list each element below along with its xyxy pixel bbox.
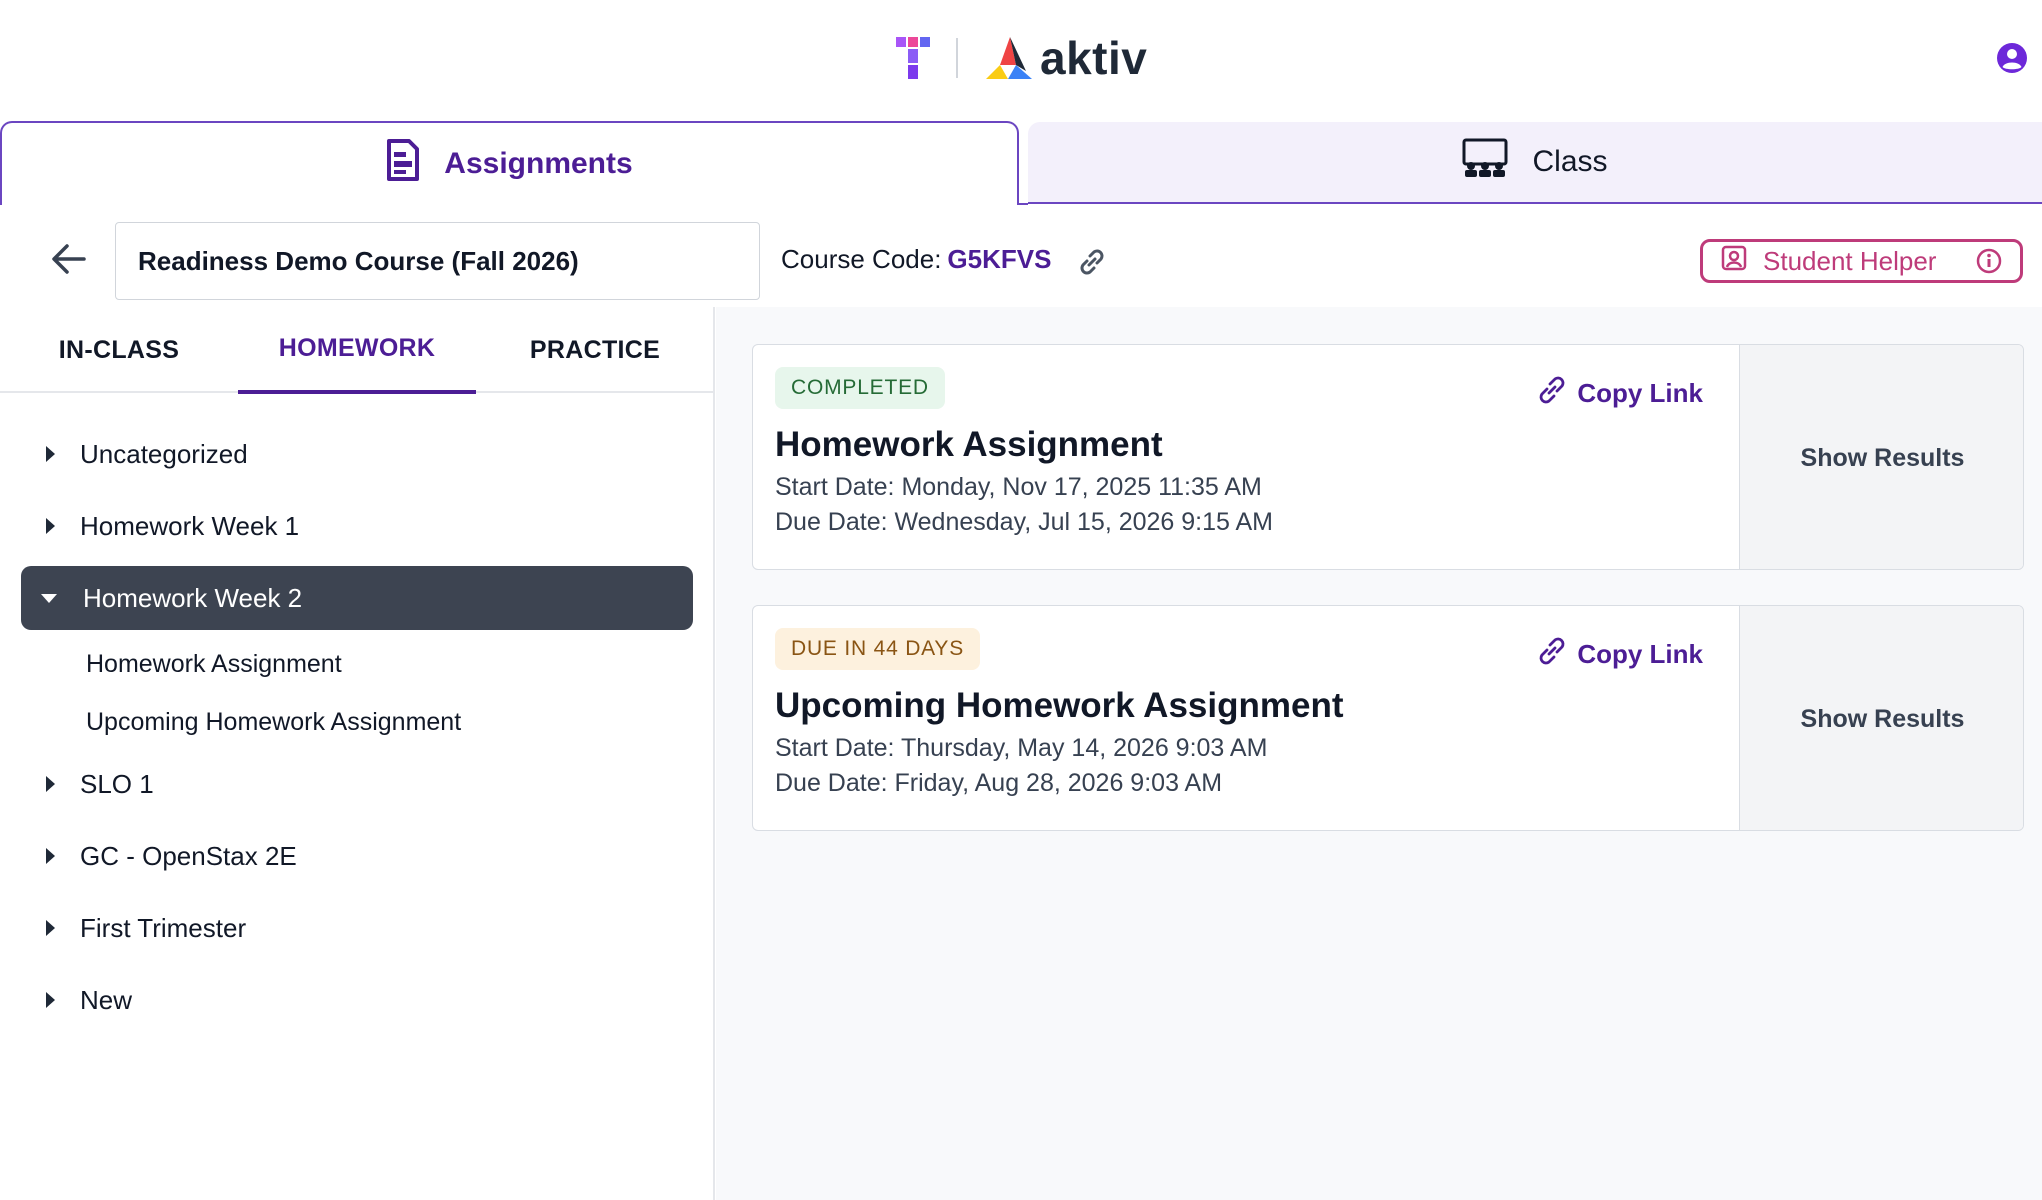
- caret-right-icon: [46, 776, 55, 792]
- link-icon: [1535, 375, 1577, 412]
- tree-item-label: New: [80, 984, 133, 1015]
- back-arrow-icon[interactable]: [50, 240, 88, 278]
- show-results-button[interactable]: Show Results: [1739, 345, 2023, 569]
- tree-item-label: Uncategorized: [80, 438, 248, 469]
- tree-item-new[interactable]: New: [21, 968, 693, 1032]
- document-icon: [386, 138, 444, 190]
- assignment-due-date: Due Date: Wednesday, Jul 15, 2026 9:15 A…: [775, 508, 1273, 536]
- top-bar: aktiv: [0, 0, 2042, 120]
- caret-right-icon: [46, 446, 55, 462]
- course-code-value: G5KFVS: [947, 244, 1052, 274]
- tree-child-upcoming-homework-assignment[interactable]: Upcoming Homework Assignment: [86, 702, 461, 742]
- app: aktiv Assignments Class Readiness Demo C…: [0, 0, 2042, 1200]
- course-selector[interactable]: Readiness Demo Course (Fall 2026): [115, 222, 760, 300]
- tree-item-label: GC - OpenStax 2E: [80, 840, 297, 871]
- tab-divider-line: [1019, 203, 1028, 205]
- tab-in-class[interactable]: IN-CLASS: [0, 307, 238, 393]
- info-icon[interactable]: [1976, 248, 2002, 281]
- tab-class[interactable]: Class: [1028, 122, 2042, 204]
- tab-homework[interactable]: HOMEWORK: [238, 307, 476, 394]
- caret-right-icon: [46, 992, 55, 1008]
- student-badge-icon: [1721, 245, 1747, 278]
- assignment-start-date: Start Date: Thursday, May 14, 2026 9:03 …: [775, 734, 1268, 762]
- copy-course-link-icon[interactable]: [1074, 244, 1110, 280]
- assignment-due-date: Due Date: Friday, Aug 28, 2026 9:03 AM: [775, 769, 1223, 797]
- assignment-title: Homework Assignment: [775, 425, 1163, 464]
- copy-link-label: Copy Link: [1577, 639, 1703, 669]
- tree-item-homework-week-2[interactable]: Homework Week 2: [21, 566, 693, 630]
- course-code-label: Course Code:: [781, 244, 942, 274]
- tree-item-label: Homework Week 2: [83, 582, 303, 613]
- tree-item-slo-1[interactable]: SLO 1: [21, 752, 693, 816]
- course-code: Course Code: G5KFVS: [781, 244, 1051, 275]
- aktiv-mark-icon: [986, 37, 1032, 79]
- logo: aktiv: [896, 32, 1148, 84]
- tophat-logo-icon: [896, 37, 930, 79]
- logo-divider: [956, 38, 958, 78]
- assignment-card: COMPLETED Homework Assignment Start Date…: [752, 344, 2024, 570]
- assignment-start-date: Start Date: Monday, Nov 17, 2025 11:35 A…: [775, 473, 1262, 501]
- status-badge: COMPLETED: [775, 367, 945, 409]
- tree-item-gc-openstax-2e[interactable]: GC - OpenStax 2E: [21, 824, 693, 888]
- tree-item-first-trimester[interactable]: First Trimester: [21, 896, 693, 960]
- link-icon: [1535, 636, 1577, 673]
- caret-right-icon: [46, 518, 55, 534]
- assignment-sidebar: IN-CLASS HOMEWORK PRACTICE Uncategorized…: [0, 307, 715, 1200]
- logo-wordmark: aktiv: [1040, 32, 1148, 84]
- tab-practice[interactable]: PRACTICE: [476, 307, 714, 393]
- tab-assignments[interactable]: Assignments: [0, 121, 1019, 205]
- tree-item-label: Homework Week 1: [80, 510, 300, 541]
- show-results-button[interactable]: Show Results: [1739, 606, 2023, 830]
- copy-link-button[interactable]: Copy Link: [1535, 375, 1703, 412]
- tree-item-homework-week-1[interactable]: Homework Week 1: [21, 494, 693, 558]
- copy-link-button[interactable]: Copy Link: [1535, 636, 1703, 673]
- account-icon[interactable]: [1996, 42, 2028, 74]
- tree-child-homework-assignment[interactable]: Homework Assignment: [86, 644, 342, 684]
- caret-right-icon: [46, 848, 55, 864]
- assignment-list: COMPLETED Homework Assignment Start Date…: [716, 307, 2042, 1200]
- assignment-type-tabs: IN-CLASS HOMEWORK PRACTICE: [0, 307, 715, 394]
- assignment-card-main[interactable]: DUE IN 44 DAYS Upcoming Homework Assignm…: [753, 606, 1739, 830]
- student-helper-label: Student Helper: [1763, 245, 1937, 276]
- caret-down-icon: [41, 593, 57, 603]
- assignment-card: DUE IN 44 DAYS Upcoming Homework Assignm…: [752, 605, 2024, 831]
- status-badge: DUE IN 44 DAYS: [775, 628, 981, 670]
- assignment-card-main[interactable]: COMPLETED Homework Assignment Start Date…: [753, 345, 1739, 569]
- tree-item-uncategorized[interactable]: Uncategorized: [21, 422, 693, 486]
- classroom-icon: [1462, 138, 1532, 186]
- tab-assignments-label: Assignments: [444, 147, 633, 180]
- tree-item-label: First Trimester: [80, 912, 247, 943]
- tree-item-label: SLO 1: [80, 768, 154, 799]
- student-helper-button[interactable]: Student Helper: [1700, 239, 2023, 283]
- copy-link-label: Copy Link: [1577, 378, 1703, 408]
- caret-right-icon: [46, 920, 55, 936]
- tab-class-label: Class: [1532, 145, 1608, 178]
- assignment-title: Upcoming Homework Assignment: [775, 686, 1344, 725]
